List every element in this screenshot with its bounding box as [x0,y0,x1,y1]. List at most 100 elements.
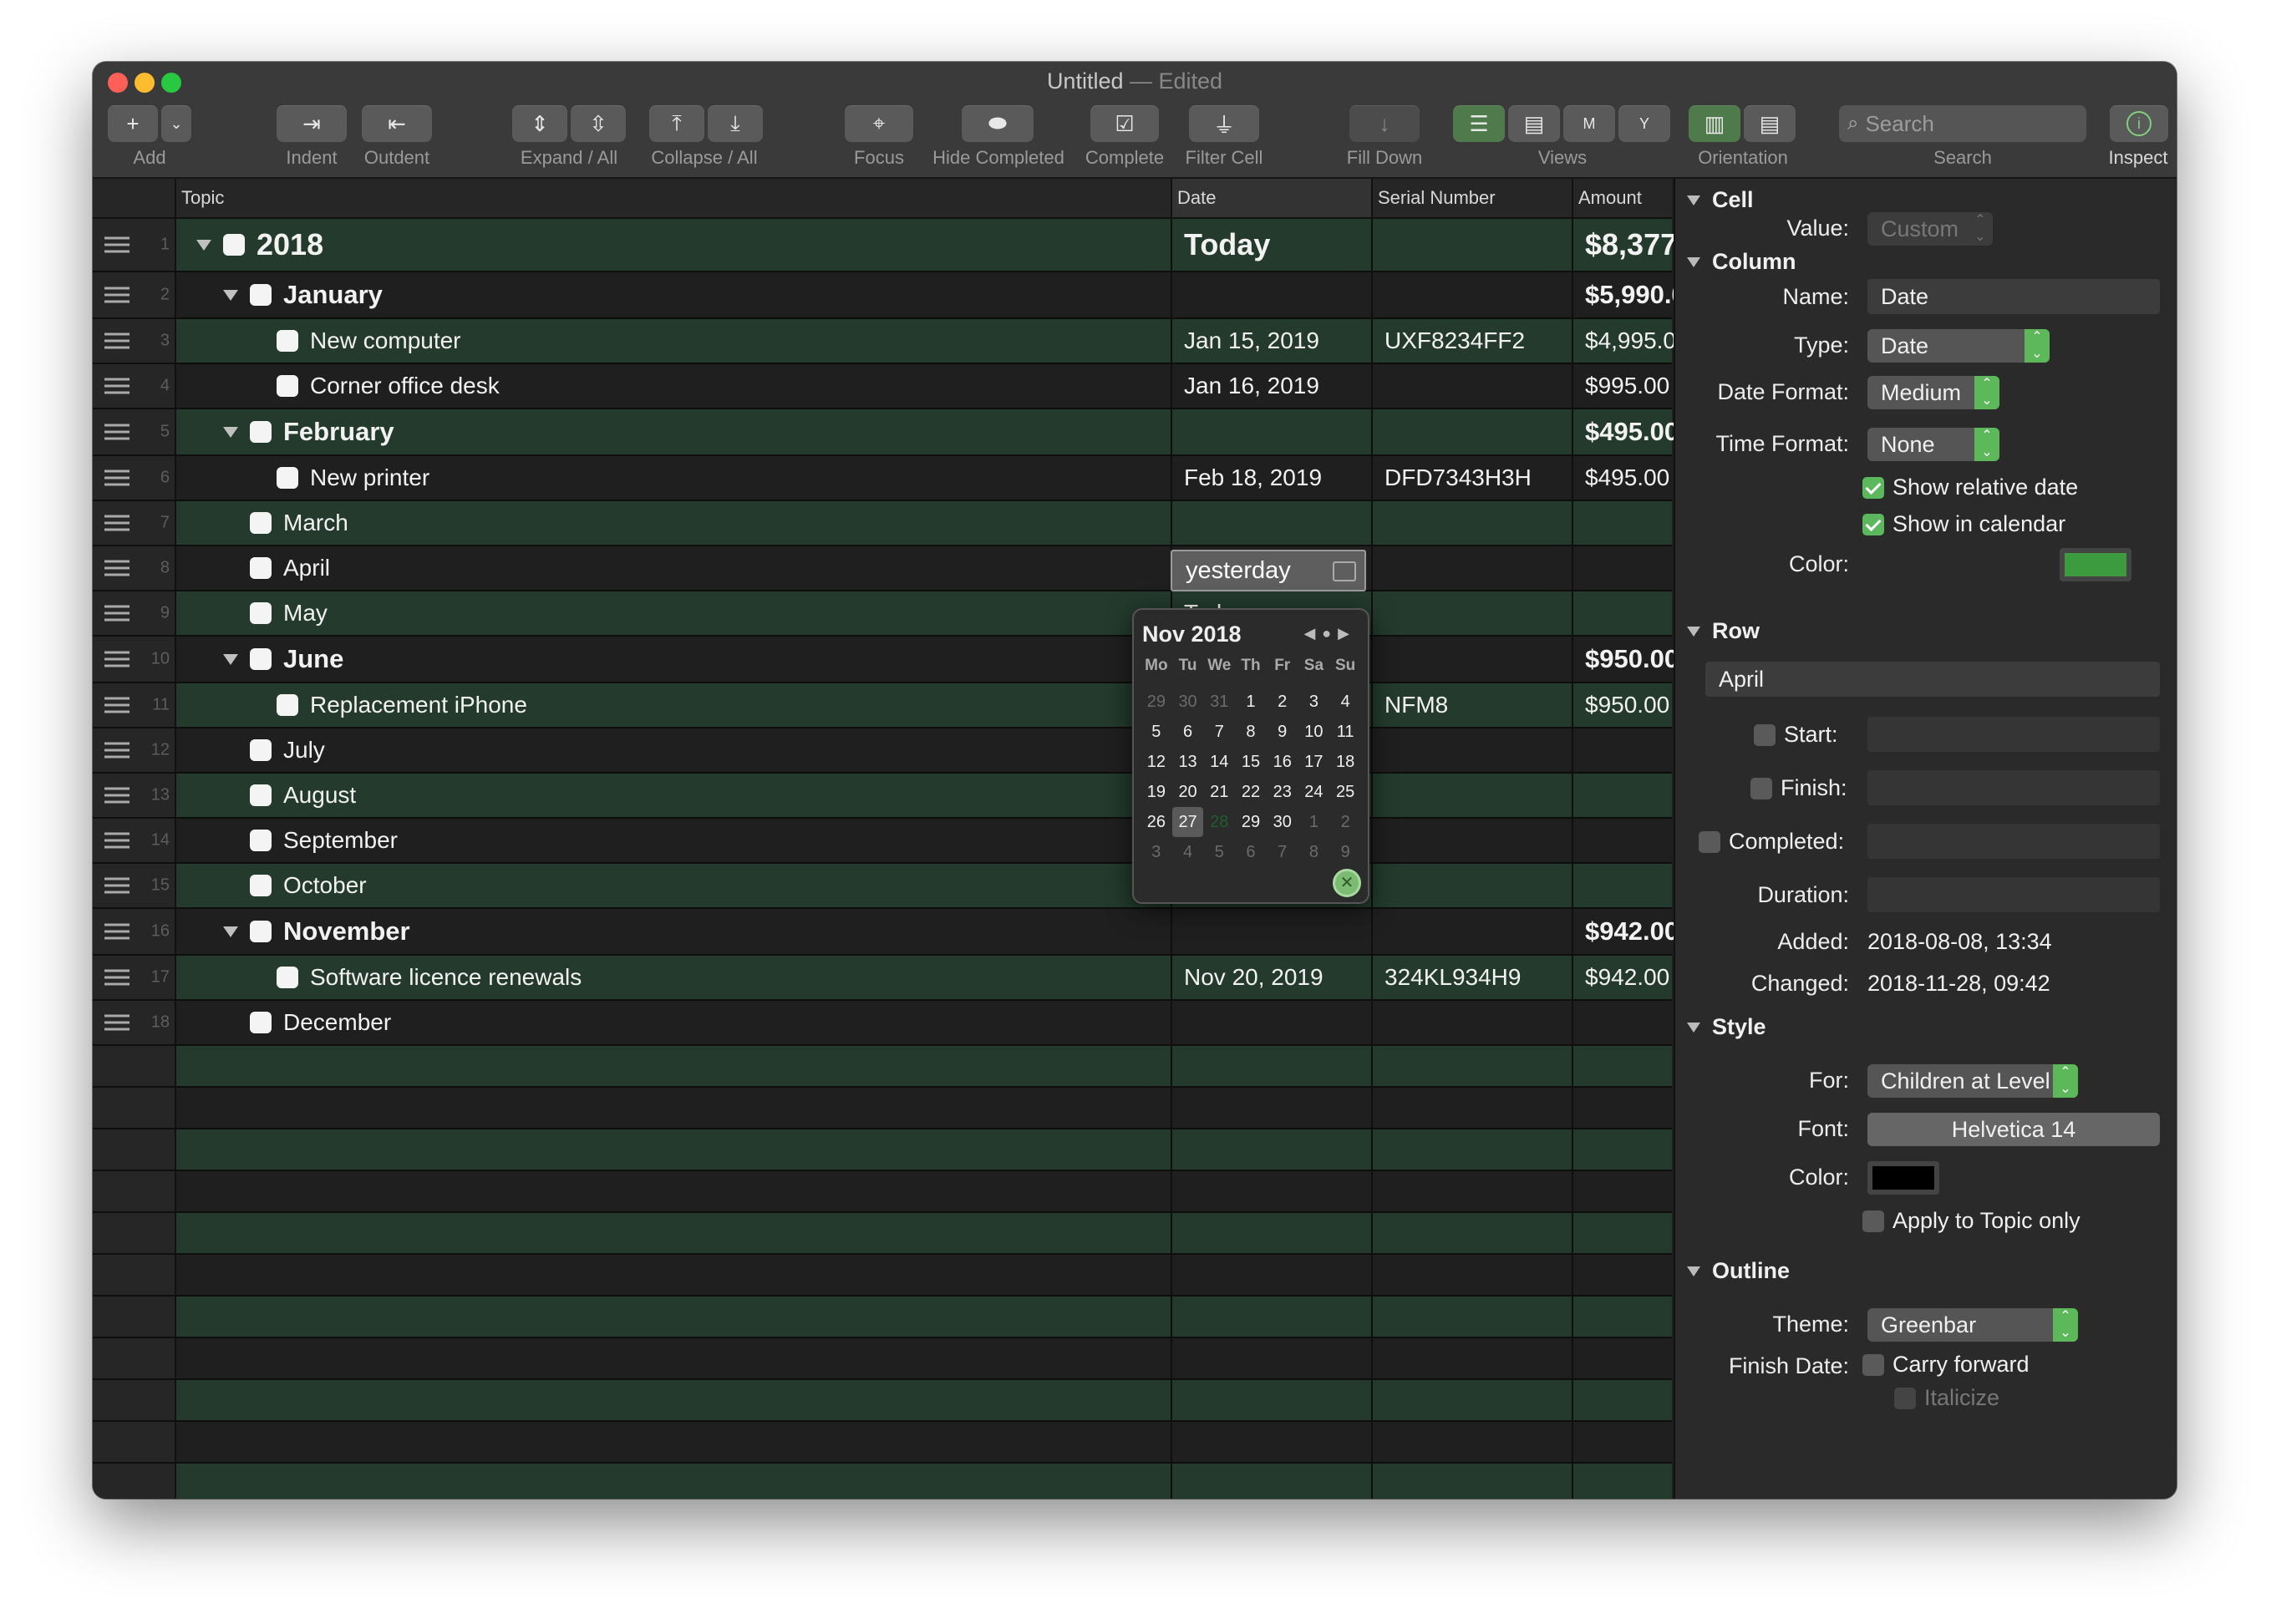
style-for-popup[interactable]: Children at Level ⌃ ⌄ [1867,1064,2078,1098]
calendar-day[interactable]: 4 [1172,837,1204,867]
table-row[interactable]: 11Replacement iPhoneJunNFM8$950.00 [93,683,1672,728]
row-drag-handle[interactable]: 2 [93,272,176,317]
add-button[interactable]: + [108,105,158,142]
date-value-cell[interactable] [1184,909,1368,954]
calendar-day[interactable]: 7 [1267,837,1298,867]
row-drag-handle[interactable]: 18 [93,1001,176,1044]
topic-cell[interactable]: May [250,591,1189,635]
row-checkbox[interactable] [250,557,272,579]
row-drag-handle[interactable]: 11 [93,683,176,727]
calendar-day[interactable]: 8 [1298,837,1330,867]
table-row[interactable]: 4 Corner office desk Jan 16, 2019 $995.00 [93,364,1672,409]
row-checkbox[interactable] [277,330,298,352]
indent-button[interactable]: ⇥ [277,105,347,142]
serial-value-cell[interactable]: NFM8 [1384,683,1568,727]
calendar-day[interactable]: 3 [1141,837,1172,867]
row-checkbox[interactable] [250,421,272,443]
disclosure-triangle-icon[interactable] [223,653,238,665]
filter-cell-button[interactable]: ⏚ [1189,105,1259,142]
topic-cell[interactable]: New printer [277,456,1189,500]
finish-date-field[interactable] [1867,770,2160,805]
row-drag-handle[interactable]: 8 [93,546,176,590]
row-checkbox[interactable] [250,830,272,851]
disclosure-triangle-icon[interactable] [223,289,238,301]
column-color-well[interactable] [2060,548,2131,581]
column-type-popup[interactable]: Date ⌃ ⌄ [1867,329,2050,363]
row-checkbox[interactable] [250,648,272,670]
table-row[interactable]: 16 November $942.00 [93,909,1679,956]
calendar-day[interactable]: 2 [1267,687,1298,717]
calendar-day[interactable]: 26 [1141,807,1172,837]
serial-value-cell[interactable] [1384,819,1568,862]
amount-value-cell[interactable]: $8,377.00 [1585,219,1719,271]
calendar-day[interactable]: 9 [1267,717,1298,747]
calendar-day[interactable]: 15 [1235,747,1267,777]
show-in-calendar-checkbox[interactable]: Show in calendar [1862,511,2065,537]
topic-cell[interactable]: Software licence renewals [277,956,1189,999]
collapse-all-button[interactable]: ⤓ [708,105,763,142]
amount-value-cell[interactable]: $4,995.00 [1585,319,1689,363]
serial-value-cell[interactable] [1384,364,1568,408]
calendar-icon[interactable] [1333,561,1356,581]
calendar-day[interactable]: 3 [1298,687,1330,717]
column-header-topic[interactable]: Topic [176,179,1171,217]
theme-popup[interactable]: Greenbar ⌃ ⌄ [1867,1308,2078,1342]
table-row[interactable]: 17 Software licence renewals Nov 20, 2019 3… [93,956,1672,1001]
disclosure-triangle-icon[interactable] [196,239,211,251]
row-drag-handle[interactable]: 1 [93,219,176,271]
date-value-cell[interactable]: Feb 18, 2019 [1184,456,1368,500]
start-checkbox[interactable]: Start: [1754,722,1838,748]
row-checkbox[interactable] [250,875,272,896]
row-drag-handle[interactable]: 5 [93,409,176,454]
calendar-day[interactable]: 21 [1203,777,1235,807]
calendar-day[interactable]: 12 [1141,747,1172,777]
row-topic-field[interactable]: April [1705,662,2160,697]
row-drag-handle[interactable]: 10 [93,637,176,682]
row-checkbox[interactable] [250,284,272,306]
topic-cell[interactable]: January [223,272,1162,317]
row-drag-handle[interactable]: 17 [93,956,176,999]
table-row[interactable]: 15 October [93,864,1672,909]
row-section-header[interactable]: Row [1687,618,1760,644]
column-header-date[interactable]: Date [1171,179,1371,217]
topic-cell[interactable]: February [223,409,1162,454]
row-checkbox[interactable] [250,921,272,942]
year-view-button[interactable]: Y [1618,105,1670,142]
serial-value-cell[interactable]: 324KL934H9 [1384,956,1568,999]
calendar-day[interactable]: 5 [1141,717,1172,747]
row-drag-handle[interactable]: 3 [93,319,176,363]
serial-value-cell[interactable] [1384,864,1568,907]
table-row[interactable]: 2 January $5,990.00 [93,272,1700,319]
row-view-button[interactable]: ▤ [1508,105,1560,142]
cell-section-header[interactable]: Cell [1687,187,1754,213]
date-value-cell[interactable]: Jan 16, 2019 [1184,364,1368,408]
table-row[interactable]: 14 September [93,819,1672,864]
calendar-day[interactable]: 6 [1172,717,1204,747]
date-value-cell[interactable] [1184,1001,1368,1044]
next-month-icon[interactable]: ▶ [1338,625,1356,642]
calendar-day[interactable]: 31 [1203,687,1235,717]
calendar-day[interactable]: 10 [1298,717,1330,747]
row-drag-handle[interactable]: 12 [93,728,176,772]
amount-value-cell[interactable]: $942.00 [1585,909,1679,954]
calendar-day[interactable]: 8 [1235,717,1267,747]
completed-checkbox[interactable]: Completed: [1699,829,1844,855]
calendar-day[interactable]: 6 [1235,837,1267,867]
topic-cell[interactable]: New computer [277,319,1189,363]
calendar-day[interactable]: 13 [1172,747,1204,777]
amount-value-cell[interactable] [1585,546,1672,590]
serial-value-cell[interactable] [1384,272,1568,317]
calendar-day[interactable]: 17 [1298,747,1330,777]
calendar-day[interactable]: 14 [1203,747,1235,777]
disclosure-triangle-icon[interactable] [223,426,238,438]
date-cell-editor[interactable]: yesterday [1171,550,1366,591]
serial-value-cell[interactable] [1384,1001,1568,1044]
amount-value-cell[interactable] [1585,501,1672,545]
serial-value-cell[interactable] [1384,546,1568,590]
italicize-checkbox[interactable]: Italicize [1894,1385,1999,1411]
month-view-button[interactable]: M [1563,105,1615,142]
disclosure-triangle-icon[interactable] [223,926,238,937]
column-section-header[interactable]: Column [1687,249,1796,275]
table-row[interactable]: 9MayToda [93,591,1672,637]
date-value-cell[interactable] [1184,272,1368,317]
